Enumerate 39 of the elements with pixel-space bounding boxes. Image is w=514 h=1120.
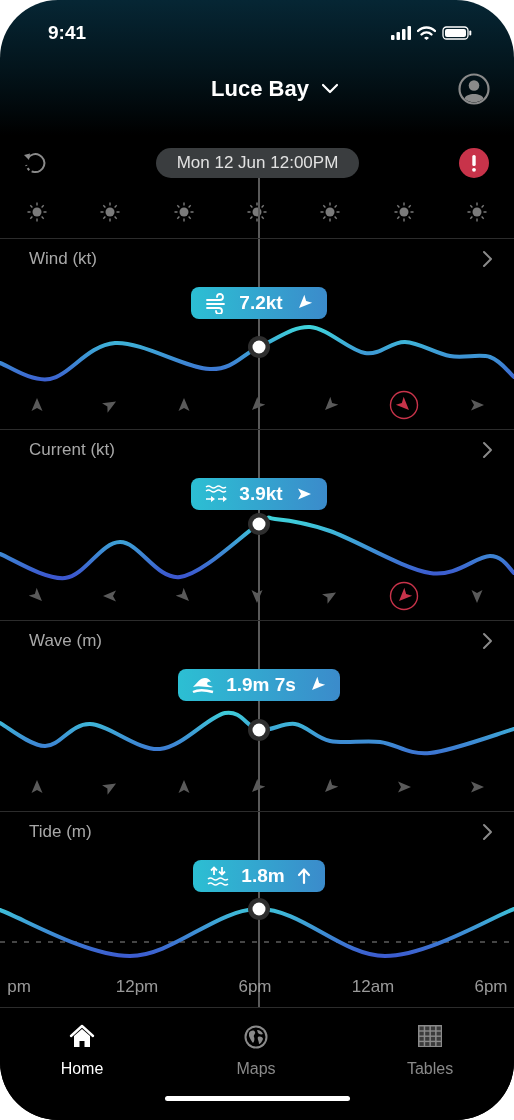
battery-icon xyxy=(442,26,472,40)
cursor-dot[interactable] xyxy=(248,336,270,358)
location-selector[interactable]: Luce Bay xyxy=(211,76,339,102)
tab-button[interactable]: Maps xyxy=(196,1024,316,1078)
chevron-right-icon[interactable] xyxy=(482,250,494,268)
date-time-pill[interactable]: Mon 12 Jun 12:00PM xyxy=(155,148,360,178)
wind-icon xyxy=(205,292,228,314)
panel-title: Current (kt) xyxy=(29,440,115,460)
profile-icon[interactable] xyxy=(458,73,490,105)
axis-label: 12pm xyxy=(115,977,159,997)
reading-badge: 3.9kt xyxy=(191,478,327,510)
globe-icon[interactable] xyxy=(243,1024,269,1050)
signal-icon xyxy=(391,26,411,40)
reading-badge: 1.9m 7s xyxy=(178,669,340,701)
chevron-down-icon xyxy=(320,83,339,95)
reading-badge: 1.8m xyxy=(193,860,325,892)
waves-arrows-icon xyxy=(205,483,228,505)
cursor-dot[interactable] xyxy=(248,513,270,535)
home-icon[interactable] xyxy=(69,1024,95,1050)
wifi-icon xyxy=(417,26,436,40)
alert-icon[interactable] xyxy=(459,148,489,178)
axis-label: 6pm xyxy=(474,977,508,997)
chevron-right-icon[interactable] xyxy=(482,441,494,459)
panel-title: Wave (m) xyxy=(29,631,103,651)
table-icon[interactable] xyxy=(417,1024,443,1050)
clock-time: 9:41 xyxy=(48,22,87,44)
refresh-icon[interactable] xyxy=(22,150,48,176)
cursor-dot[interactable] xyxy=(248,898,270,920)
axis-label: 12am xyxy=(351,977,395,997)
panel-title: Tide (m) xyxy=(29,822,92,842)
axis-label: pm xyxy=(7,977,31,997)
reading-badge: 7.2kt xyxy=(191,287,327,319)
tab-button[interactable]: Home xyxy=(22,1024,142,1078)
cursor-dot[interactable] xyxy=(248,719,270,741)
chevron-right-icon[interactable] xyxy=(482,823,494,841)
tab-button[interactable]: Tables xyxy=(370,1024,490,1078)
tide-icon xyxy=(207,865,230,887)
panel-title: Wind (kt) xyxy=(29,249,97,269)
chevron-right-icon[interactable] xyxy=(482,632,494,650)
